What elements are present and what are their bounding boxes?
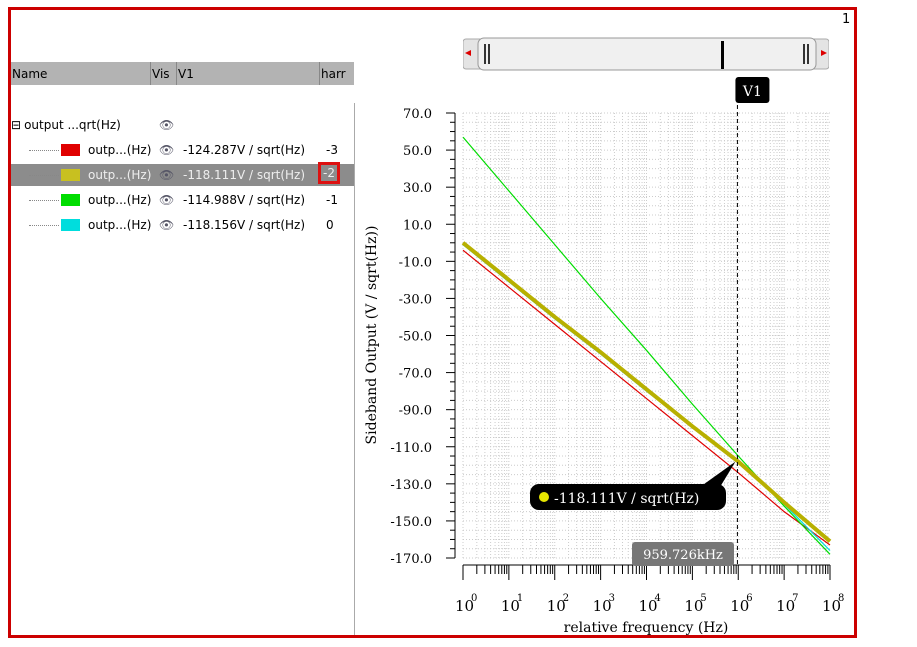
trace-row[interactable]: outp...(Hz) 👁 -118.156V / sqrt(Hz) 0 [11, 214, 354, 236]
trace-value: -114.988V / sqrt(Hz) [183, 193, 306, 207]
trace-group[interactable]: ⊟ output ...qrt(Hz) 👁 [11, 114, 354, 136]
trace-name: outp...(Hz) [88, 193, 152, 207]
harmonic[interactable]: -2 [318, 162, 340, 184]
col-vis[interactable]: Vis [151, 62, 177, 85]
trace-name: outp...(Hz) [88, 143, 152, 157]
table-header: Name Vis V1 harr [11, 62, 354, 85]
color-swatch [61, 144, 80, 156]
trace-name: outp...(Hz) [88, 218, 152, 232]
col-name[interactable]: Name [11, 62, 151, 85]
col-v1[interactable]: V1 [177, 62, 320, 85]
trace-tree: ⊟ output ...qrt(Hz) 👁 outp...(Hz) 👁 -124… [11, 103, 355, 635]
color-swatch [61, 194, 80, 206]
harmonic: -1 [326, 193, 338, 207]
trace-value: -118.156V / sqrt(Hz) [183, 218, 306, 232]
eye-icon[interactable]: 👁 [159, 168, 174, 182]
col-harm[interactable]: harr [320, 62, 354, 85]
trace-value: -124.287V / sqrt(Hz) [183, 143, 306, 157]
trace-row[interactable]: outp...(Hz) 👁 -114.988V / sqrt(Hz) -1 [11, 189, 354, 211]
eye-icon[interactable]: 👁 [159, 218, 174, 232]
trace-name: outp...(Hz) [88, 168, 152, 182]
trace-value: -118.111V / sqrt(Hz) [183, 168, 306, 182]
x-range-slider[interactable] [462, 36, 830, 71]
eye-icon[interactable]: 👁 [159, 118, 174, 132]
page-number: 1 [842, 12, 851, 27]
collapse-icon[interactable]: ⊟ [11, 118, 21, 132]
harmonic: 0 [326, 218, 334, 232]
group-label: output ...qrt(Hz) [24, 118, 121, 132]
eye-icon[interactable]: 👁 [159, 193, 174, 207]
eye-icon[interactable]: 👁 [159, 143, 174, 157]
color-swatch [61, 169, 80, 181]
trace-row[interactable]: outp...(Hz) 👁 -118.111V / sqrt(Hz) -2 [11, 162, 354, 186]
color-swatch [61, 219, 80, 231]
harmonic: -3 [326, 143, 338, 157]
trace-row[interactable]: outp...(Hz) 👁 -124.287V / sqrt(Hz) -3 [11, 139, 354, 161]
marker-position [721, 41, 724, 69]
